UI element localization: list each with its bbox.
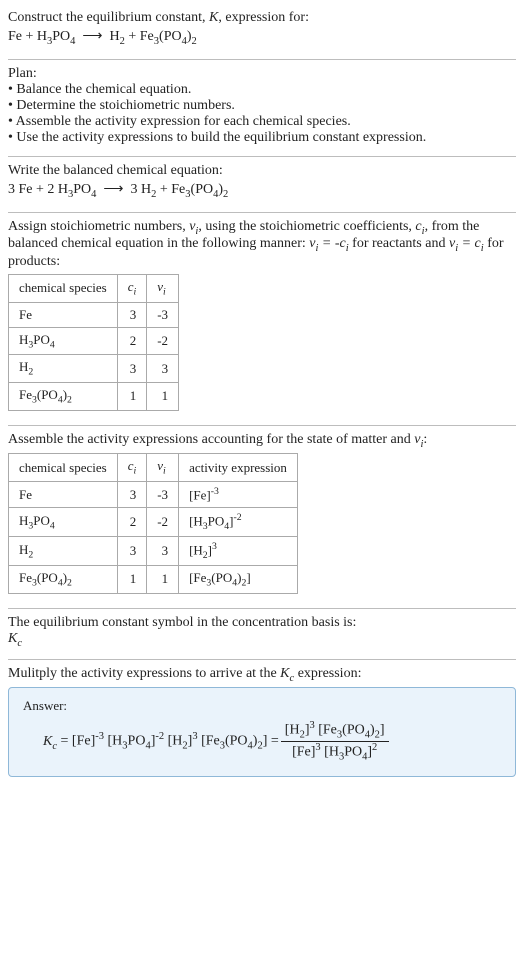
assemble-b: : <box>423 432 427 447</box>
c-i: ci <box>415 219 424 234</box>
answer-box: Answer: Kc = [Fe]-3 [H3PO4]-2 [H2]3 [Fe3… <box>8 687 516 777</box>
col-vi: νi <box>147 454 179 482</box>
arrow-icon: ⟶ <box>103 182 123 197</box>
activity-expr: [H3PO4]-2 <box>179 508 298 537</box>
assign-p4: for reactants and <box>349 236 449 251</box>
eq-rhs-c: (PO <box>159 29 182 44</box>
balanced-equation: 3 Fe + 2 H3PO4 ⟶ 3 H2 + Fe3(PO4)2 <box>8 179 516 202</box>
col-species: chemical species <box>9 454 118 482</box>
cell-vi: 3 <box>147 355 179 383</box>
bal-lhs-a: 3 Fe + 2 H <box>8 182 68 197</box>
bal-rhs-b: + Fe <box>156 182 185 197</box>
multiply-b: expression: <box>294 666 361 681</box>
eq-rhs-a: H <box>110 29 120 44</box>
assemble-a: Assemble the activity expressions accoun… <box>8 432 414 447</box>
kc-symbol: Kc <box>8 631 516 649</box>
table-header-row: chemical species ci νi activity expressi… <box>9 454 298 482</box>
plan-bullet-2: • Determine the stoichiometric numbers. <box>8 98 516 114</box>
balanced-section: Write the balanced chemical equation: 3 … <box>8 157 516 212</box>
table-row: H2 3 3 <box>9 355 179 383</box>
kc-denominator: [Fe]3 [H3PO4]2 <box>281 742 389 762</box>
cell-ci: 1 <box>117 382 147 410</box>
table-row: H2 3 3 [H2]3 <box>9 537 298 566</box>
answer-label: Answer: <box>23 698 501 714</box>
plan-section: Plan: • Balance the chemical equation. •… <box>8 60 516 156</box>
cell-species: H2 <box>9 355 118 383</box>
cell-vi: -2 <box>147 327 179 355</box>
kc-expression: Kc = [Fe]-3 [H3PO4]-2 [H2]3 [Fe3(PO4)2] … <box>23 720 501 762</box>
plan-bullet-3: • Assemble the activity expression for e… <box>8 114 516 130</box>
kc-numerator: [H2]3 [Fe3(PO4)2] <box>281 720 389 741</box>
table-header-row: chemical species ci νi <box>9 275 179 303</box>
assign-paragraph: Assign stoichiometric numbers, νi, using… <box>8 219 516 271</box>
assign-p1: Assign stoichiometric numbers, <box>8 219 189 234</box>
table-row: Fe 3 -3 <box>9 302 179 327</box>
activity-expr: [Fe]-3 <box>179 481 298 507</box>
table-row: H3PO4 2 -2 [H3PO4]-2 <box>9 508 298 537</box>
activity-section: Assemble the activity expressions accoun… <box>8 426 516 608</box>
kc-fraction: [H2]3 [Fe3(PO4)2] [Fe]3 [H3PO4]2 <box>281 720 389 762</box>
eq-rhs-b: + Fe <box>125 29 154 44</box>
kc-symbol: Kc <box>280 666 294 681</box>
eqconst-line: The equilibrium constant symbol in the c… <box>8 615 516 631</box>
plan-bullet-1: • Balance the chemical equation. <box>8 82 516 98</box>
activity-table: chemical species ci νi activity expressi… <box>8 453 298 593</box>
prompt-line1: Construct the equilibrium constant, K, e… <box>8 10 516 26</box>
cell-species: Fe <box>9 302 118 327</box>
stoich-table: chemical species ci νi Fe 3 -3 H3PO4 2 -… <box>8 274 179 410</box>
col-ci: ci <box>117 454 147 482</box>
prompt-section: Construct the equilibrium constant, K, e… <box>8 4 516 59</box>
table-row: Fe3(PO4)2 1 1 [Fe3(PO4)2] <box>9 566 298 594</box>
nu-i: νi <box>189 219 198 234</box>
prompt-text-2: , expression for: <box>218 10 309 25</box>
bal-lhs-b: PO <box>73 182 91 197</box>
cell-vi: 1 <box>147 382 179 410</box>
eq-lhs-a: Fe + H <box>8 29 47 44</box>
cell-species: Fe3(PO4)2 <box>9 382 118 410</box>
kc-product-form: Kc = [Fe]-3 [H3PO4]-2 [H2]3 [Fe3(PO4)2] … <box>23 731 279 751</box>
answer-section: Mulitply the activity expressions to arr… <box>8 660 516 788</box>
cell-ci: 2 <box>117 327 147 355</box>
multiply-line: Mulitply the activity expressions to arr… <box>8 666 516 684</box>
activity-expr: [Fe3(PO4)2] <box>179 566 298 594</box>
multiply-a: Mulitply the activity expressions to arr… <box>8 666 280 681</box>
assign-p2: , using the stoichiometric coefficients, <box>198 219 415 234</box>
arrow-icon: ⟶ <box>82 29 102 44</box>
cell-ci: 3 <box>117 355 147 383</box>
eq-lhs-b: PO <box>52 29 70 44</box>
rel-reactants: νi = -ci <box>309 236 348 251</box>
K-symbol: K <box>209 10 218 25</box>
cell-ci: 3 <box>117 302 147 327</box>
assemble-line: Assemble the activity expressions accoun… <box>8 432 516 450</box>
plan-title: Plan: <box>8 66 516 82</box>
assign-section: Assign stoichiometric numbers, νi, using… <box>8 213 516 425</box>
bal-rhs-a: 3 H <box>131 182 152 197</box>
cell-vi: -3 <box>147 302 179 327</box>
col-species: chemical species <box>9 275 118 303</box>
rel-products: νi = ci <box>449 236 484 251</box>
table-row: Fe 3 -3 [Fe]-3 <box>9 481 298 507</box>
table-row: H3PO4 2 -2 <box>9 327 179 355</box>
prompt-text-1: Construct the equilibrium constant, <box>8 10 209 25</box>
activity-expr: [H2]3 <box>179 537 298 566</box>
eqconst-section: The equilibrium constant symbol in the c… <box>8 609 516 659</box>
col-ci: ci <box>117 275 147 303</box>
balanced-title: Write the balanced chemical equation: <box>8 163 516 179</box>
col-activity: activity expression <box>179 454 298 482</box>
table-row: Fe3(PO4)2 1 1 <box>9 382 179 410</box>
sub-4: 4 <box>70 36 75 47</box>
sub-2b: 2 <box>192 36 197 47</box>
col-vi: νi <box>147 275 179 303</box>
cell-species: H3PO4 <box>9 327 118 355</box>
plan-bullet-4: • Use the activity expressions to build … <box>8 130 516 146</box>
prompt-equation: Fe + H3PO4 ⟶ H2 + Fe3(PO4)2 <box>8 26 516 49</box>
bal-rhs-c: (PO <box>191 182 214 197</box>
